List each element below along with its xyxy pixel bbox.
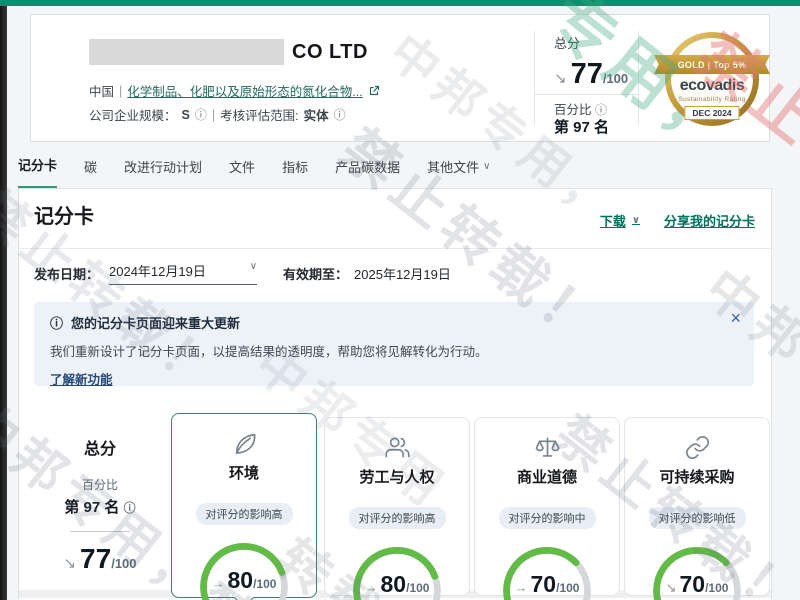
tab-其他文件[interactable]: 其他文件∨ (427, 155, 490, 190)
category-score: 80 (228, 569, 254, 592)
total-label: 总分 (19, 435, 181, 459)
category-title: 劳工与人权 (325, 466, 469, 487)
medal-subtitle: Sustainability Rating (656, 96, 768, 103)
info-icon[interactable]: ⓘ (124, 501, 136, 515)
people-icon (384, 434, 411, 461)
company-name-redacted (89, 39, 284, 65)
divider (534, 31, 535, 125)
category-title: 可持续采购 (625, 466, 769, 487)
medal-date: DEC 2024 (684, 106, 739, 120)
chevron-down-icon: ∨ (250, 261, 257, 280)
scope-label: 考核评估范围: (220, 105, 298, 124)
company-header-card: CO LTD 中国 | 化学制品、化肥以及原始形态的氮化合物... 公司企业规模… (30, 14, 770, 142)
impact-badge: 对评分的影响高 (349, 507, 446, 529)
banner-title: 您的记分卡页面迎来重大更新 (71, 313, 240, 332)
percentile-value: 第 97 名 (64, 499, 119, 516)
trend-down-icon: ↘ (63, 554, 76, 572)
valid-until-value: 2025年12月19日 (354, 264, 451, 283)
medal-tier-ribbon: GOLD | Top 5% (654, 55, 770, 74)
category-card-商业道德[interactable]: 商业道德对评分的影响中 →70/100 (474, 417, 620, 596)
tab-碳[interactable]: 碳 (84, 155, 97, 190)
publish-date-label: 发布日期： (34, 264, 99, 283)
total-score-denominator: /100 (111, 556, 136, 571)
company-size-value: S (182, 108, 190, 122)
leaf-icon (231, 430, 258, 457)
total-score-denominator: /100 (603, 71, 628, 86)
category-score-denominator: /100 (705, 581, 728, 595)
company-size-label: 公司企业规模： (89, 105, 177, 124)
info-icon[interactable]: ⓘ (195, 106, 207, 123)
close-icon[interactable]: × (730, 309, 741, 327)
percentile-label: 百分比 (19, 476, 181, 493)
update-banner: ⓘ 您的记分卡页面迎来重大更新 我们重新设计了记分卡页面，以提高结果的透明度，帮… (34, 302, 754, 386)
impact-badge: 对评分的影响高 (196, 503, 293, 525)
category-title: 商业道德 (475, 466, 619, 487)
tab-产品碳数据[interactable]: 产品碳数据 (335, 155, 400, 190)
total-score-value: 77 (571, 60, 603, 89)
tab-指标[interactable]: 指标 (282, 155, 308, 190)
category-score-denominator: /100 (406, 581, 429, 595)
separator: | (212, 108, 215, 122)
scorecard-panel: 记分卡 下载 ∨ 分享我的记分卡 发布日期： 2024年12月19日 ∨ 有效期… (18, 188, 772, 600)
score-gauge: →70/100 (489, 533, 605, 600)
overall-score-panel: 总分 百分比 第 97 名 ⓘ ↘ 77 /100 (19, 435, 181, 573)
category-score: 80 (381, 573, 407, 596)
industry-link[interactable]: 化学制品、化肥以及原始形态的氮化合物... (127, 81, 362, 100)
ecovadis-scorecard-page: CO LTD 中国 | 化学制品、化肥以及原始形态的氮化合物... 公司企业规模… (0, 0, 800, 600)
company-country: 中国 (89, 81, 114, 100)
separator: | (119, 84, 122, 98)
trend-icon: → (365, 580, 378, 595)
page-title: 记分卡 (34, 200, 94, 229)
download-button[interactable]: 下载 ∨ (600, 211, 640, 230)
medal-brand: ecovadis (656, 77, 768, 95)
trend-icon: → (515, 580, 528, 595)
trend-icon: → (212, 576, 225, 591)
link-icon (684, 434, 711, 461)
score-gauge: ↘70/100 (639, 533, 755, 600)
share-scorecard-button[interactable]: 分享我的记分卡 (664, 211, 755, 230)
learn-more-link[interactable]: 了解新功能 (50, 369, 113, 388)
divider (19, 248, 771, 249)
divider (70, 531, 130, 532)
category-card-可持续采购[interactable]: 可持续采购对评分的影响低 ↘70/100 (624, 417, 770, 596)
info-icon[interactable]: ⓘ (595, 103, 607, 117)
total-score-label: 总分 (554, 33, 638, 52)
tab-记分卡[interactable]: 记分卡 (18, 155, 57, 190)
info-icon[interactable]: ⓘ (334, 106, 346, 123)
total-score-value: 77 (80, 545, 111, 573)
impact-badge: 对评分的影响中 (499, 507, 596, 529)
category-card-劳工与人权[interactable]: 劳工与人权对评分的影响高 →80/100 (324, 417, 470, 596)
impact-badge: 对评分的影响低 (649, 507, 746, 529)
category-score-denominator: /100 (556, 581, 579, 595)
score-gauge: →80/100 (339, 533, 455, 600)
trend-down-icon: ↘ (554, 69, 567, 87)
divider (638, 31, 639, 125)
ecovadis-gold-medal: GOLD | Top 5% ecovadis Sustainability Ra… (656, 27, 768, 137)
scales-icon (534, 434, 561, 461)
percentile-label: 百分比 (554, 103, 592, 117)
tab-改进行动计划[interactable]: 改进行动计划 (124, 155, 202, 190)
category-score: 70 (531, 573, 557, 596)
trend-icon: ↘ (666, 580, 677, 596)
tab-文件[interactable]: 文件 (229, 155, 255, 190)
chevron-down-icon: ∨ (632, 215, 640, 226)
window-left-edge (0, 0, 7, 600)
company-name: CO LTD (292, 41, 368, 64)
category-score: 70 (679, 573, 705, 596)
category-card-环境[interactable]: 环境对评分的影响高 →80/100 (171, 413, 317, 598)
divider (534, 94, 638, 95)
publish-date-select[interactable]: 2024年12月19日 ∨ (109, 261, 257, 285)
chevron-down-icon: ∨ (483, 161, 490, 172)
banner-body: 我们重新设计了记分卡页面，以提高结果的透明度，帮助您将见解转化为行动。 (50, 341, 738, 360)
external-link-icon[interactable] (368, 85, 380, 97)
percentile-value: 第 97 名 (554, 116, 609, 137)
valid-until-label: 有效期至： (283, 264, 348, 283)
scope-value: 实体 (304, 105, 329, 124)
tab-bar: 记分卡碳改进行动计划文件指标产品碳数据其他文件∨ (18, 155, 490, 190)
top-accent-bar (0, 0, 800, 6)
info-icon: ⓘ (50, 313, 63, 332)
category-title: 环境 (172, 462, 316, 483)
category-score-denominator: /100 (253, 577, 276, 591)
